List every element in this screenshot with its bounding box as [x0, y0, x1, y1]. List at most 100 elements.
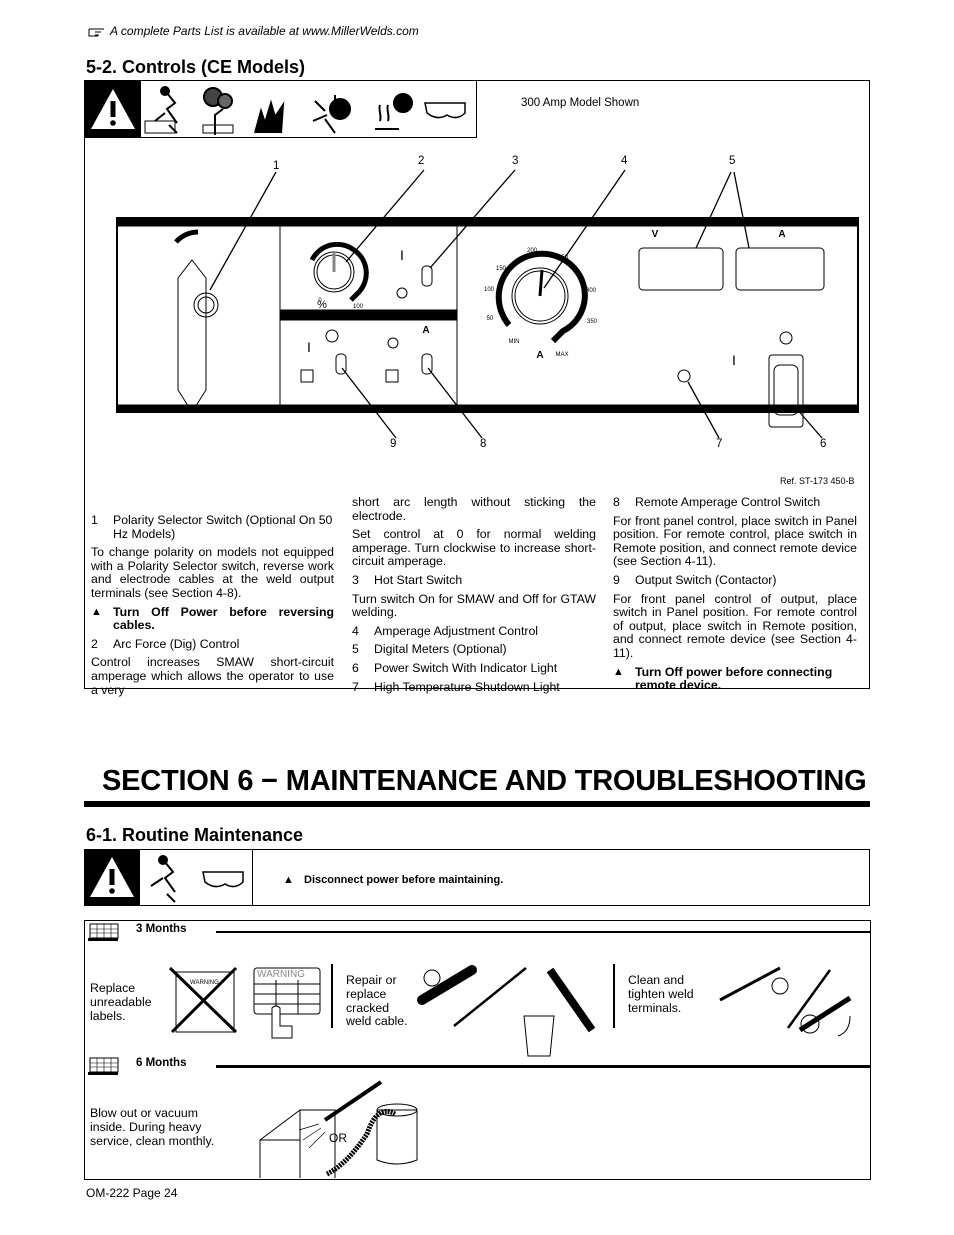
dial-tick: 100: [484, 287, 495, 293]
amp-label: A: [778, 229, 785, 240]
page-footer: OM-222 Page 24: [86, 1186, 178, 1200]
slash: [786, 969, 832, 1029]
vacuum-icon: [376, 1109, 418, 1165]
disconnect-power-warning: Disconnect power before maintaining.: [304, 874, 504, 886]
ammeter: [735, 247, 825, 291]
callout-1: 1: [273, 160, 280, 172]
item-number: 4: [352, 623, 359, 638]
dial-min-label: MIN: [509, 339, 520, 345]
welder-cabinet: [259, 1109, 336, 1178]
item-title: High Temperature Shutdown Light: [374, 679, 560, 694]
warning-triangle-icon: ▲: [91, 605, 102, 618]
callout-5: 5: [729, 155, 736, 167]
heading-rule: [216, 1065, 870, 1068]
fire-explosion-icon: [254, 99, 285, 134]
hot-start-switch[interactable]: [421, 265, 433, 287]
callout-8: 8: [480, 438, 487, 450]
new-label-text: WARNING: [257, 969, 305, 980]
model-caption: 300 Amp Model Shown: [521, 97, 640, 109]
calendar-icon: [88, 1057, 119, 1075]
item-title: Power Switch With Indicator Light: [374, 660, 558, 675]
calendar-icon: [88, 923, 119, 941]
switch-on-label: I: [732, 352, 736, 368]
section-6-title: SECTION 6 − MAINTENANCE AND TROUBLESHOOT…: [102, 765, 867, 797]
item-title: Digital Meters (Optional): [374, 642, 507, 657]
item-title: Output Switch (Contactor): [635, 572, 777, 587]
safety-icon-strip: [84, 80, 477, 138]
high-temp-light: [677, 369, 691, 383]
item-number: 6: [352, 660, 359, 675]
warning-text: Turn Off Power before reversing cables.: [113, 604, 334, 633]
air-nozzle-icon: [323, 1080, 383, 1122]
switch-on-label: I: [400, 247, 404, 263]
dial-max-label: MAX: [555, 352, 568, 358]
maintenance-safety-icons: [84, 849, 253, 906]
dial-tick: 250: [558, 255, 569, 261]
description-column-1: 1 Polarity Selector Switch (Optional On 5…: [91, 513, 334, 702]
arc-rays-icon: [312, 95, 351, 134]
warning-triangle-icon: [85, 81, 141, 137]
dial-tick: 300: [586, 288, 597, 294]
electric-shock-icon: [150, 855, 176, 903]
item-number: 8: [613, 495, 620, 509]
or-label: OR: [329, 1131, 347, 1145]
hand-icon: [271, 1005, 293, 1039]
callout-9: 9: [390, 438, 397, 450]
item-number: 1: [91, 513, 98, 527]
item-number: 9: [613, 572, 620, 587]
callout-6: 6: [820, 438, 827, 450]
fumes-icon: [202, 87, 234, 135]
volt-label: V: [652, 229, 659, 240]
trash-can-icon: [523, 1015, 555, 1057]
voltmeter: [638, 247, 724, 291]
item-number: 7: [352, 679, 359, 694]
paragraph: For front panel control, place switch in…: [613, 513, 857, 569]
item-number: 3: [352, 572, 359, 587]
three-month-illustrations: WARNING WARNING: [168, 964, 852, 1057]
description-column-2: short arc length without sticking the el…: [352, 495, 596, 699]
warning-marker: ▲: [283, 874, 294, 886]
warning-text: Turn Off power before connecting remote …: [635, 664, 833, 693]
pointing-hand-icon: [88, 28, 104, 37]
hot-parts-icon: [375, 93, 413, 130]
front-panel-diagram: 50 100 150 200 250 300 350 MIN MAX A 0 %…: [116, 169, 859, 439]
item-title: Polarity Selector Switch (Optional On 50…: [113, 513, 333, 541]
dial-tick: 50: [487, 316, 494, 322]
item-title: Amperage Adjustment Control: [374, 623, 539, 638]
cracked-cable: [546, 967, 596, 1033]
parts-list-note: A complete Parts List is available at ww…: [110, 24, 419, 38]
dial-tick: 150: [496, 266, 507, 272]
wire-brush-icon: [719, 966, 781, 1002]
paragraph: For front panel control of output, place…: [613, 591, 857, 660]
reference-number: Ref. ST-173 450-B: [780, 476, 855, 486]
section-6-1-title: 6-1. Routine Maintenance: [86, 825, 304, 845]
safety-glasses-icon: [202, 871, 244, 888]
callout-3: 3: [512, 155, 519, 167]
dial-100-label: 100: [353, 304, 364, 310]
task-replace-labels: Replace unreadable labels.: [90, 981, 152, 1023]
safety-glasses-icon: [424, 102, 466, 119]
paragraph: Turn switch On for SMAW and Off for GTAW…: [352, 591, 596, 620]
callout-4: 4: [621, 155, 628, 167]
six-months-heading: 6 Months: [136, 1057, 187, 1069]
manual-page: A complete Parts List is available at ww…: [0, 0, 954, 1235]
task-blow-out: Blow out or vacuum inside. During heavy …: [90, 1106, 215, 1148]
paragraph: To change polarity on models not equippe…: [91, 545, 334, 600]
item-number: 2: [91, 636, 98, 651]
item-title: Hot Start Switch: [374, 572, 463, 587]
warning-triangle-icon: ▲: [613, 665, 624, 678]
item-title: Arc Force (Dig) Control: [113, 636, 240, 651]
item-number: 5: [352, 642, 359, 657]
three-months-heading: 3 Months: [136, 923, 187, 935]
dial-tick: 200: [527, 248, 538, 254]
dial-tick: 350: [587, 319, 598, 325]
rotate-arrow-icon: [837, 1015, 851, 1037]
dial-unit-label: A: [536, 350, 543, 361]
section-rule: [84, 801, 870, 807]
paragraph: short arc length without sticking the el…: [352, 495, 596, 523]
paragraph: Set control at 0 for normal welding ampe…: [352, 527, 596, 569]
tape-roll-icon: [423, 969, 441, 987]
dial-percent-label: %: [317, 299, 327, 311]
polarity-selector-lever[interactable]: [177, 259, 207, 413]
callout-7: 7: [716, 438, 723, 450]
